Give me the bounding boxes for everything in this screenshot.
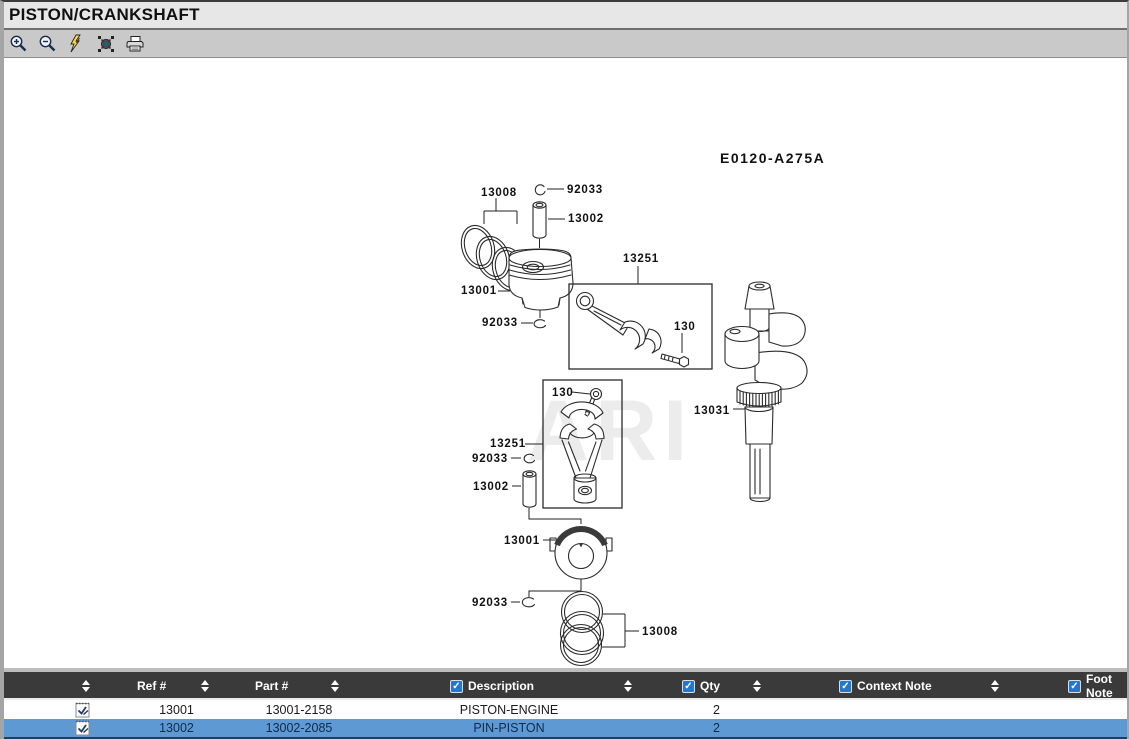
column-label: Ref # bbox=[137, 679, 166, 693]
sort-icon[interactable] bbox=[753, 680, 761, 692]
foot-note-checkbox[interactable]: ✓ bbox=[1068, 680, 1081, 693]
part-label-13251-box2[interactable]: 13251 bbox=[490, 438, 526, 450]
row-cell-context-note bbox=[779, 700, 1029, 719]
pan-select-icon bbox=[96, 34, 116, 54]
diagram-canvas[interactable]: ARI E0120-A275A bbox=[4, 58, 1127, 668]
drawing-code: E0120-A275A bbox=[720, 150, 825, 166]
lightning-icon bbox=[67, 34, 87, 54]
parts-diagram: ARI E0120-A275A bbox=[4, 58, 1127, 668]
piston-rings-bottom-art bbox=[561, 592, 640, 666]
pan-select-button[interactable] bbox=[95, 33, 117, 55]
row-cell-description[interactable]: PISTON-ENGINE bbox=[364, 700, 654, 719]
hotspot-flash-button[interactable] bbox=[66, 33, 88, 55]
piston-top-art bbox=[498, 249, 573, 310]
zoom-out-icon bbox=[38, 34, 58, 54]
qty-checkbox[interactable]: ✓ bbox=[682, 680, 695, 693]
part-label-13008-top[interactable]: 13008 bbox=[481, 187, 517, 199]
column-header-description[interactable]: ✓ Description bbox=[364, 672, 654, 700]
column-header-ref[interactable]: Ref # bbox=[119, 672, 234, 700]
column-header-foot-note[interactable]: ✓ Foot Note bbox=[1029, 672, 1127, 700]
column-header-context-note[interactable]: ✓ Context Note bbox=[779, 672, 1029, 700]
table-row-13001[interactable]: 13001 13001-2158 PISTON-ENGINE 2 bbox=[4, 700, 1127, 719]
table-row-13002[interactable]: 13002 13002-2085 PIN-PISTON 2 bbox=[4, 719, 1127, 737]
parts-table-header: Ref # Part # ✓ Description ✓ Qty ✓ Conte… bbox=[4, 672, 1127, 698]
column-label: Qty bbox=[700, 679, 720, 693]
zoom-in-icon bbox=[9, 34, 29, 54]
note-edit-icon[interactable] bbox=[74, 719, 91, 737]
row-cell-foot-note bbox=[1029, 719, 1127, 737]
part-label-13008-bottom[interactable]: 13008 bbox=[642, 626, 678, 638]
part-label-13002-top[interactable]: 13002 bbox=[568, 213, 604, 225]
description-checkbox[interactable]: ✓ bbox=[450, 680, 463, 693]
row-cell-foot-note bbox=[1029, 700, 1127, 719]
piston-bottom-art bbox=[529, 527, 612, 597]
part-label-130-box2[interactable]: 130 bbox=[552, 387, 574, 399]
sort-icon[interactable] bbox=[991, 680, 999, 692]
printer-icon bbox=[125, 34, 145, 54]
row-cell-ref[interactable]: 13001 bbox=[119, 700, 234, 719]
diagram-toolbar bbox=[4, 30, 1127, 58]
piston-pin-top-art bbox=[533, 202, 565, 248]
row-cell-context-note bbox=[779, 719, 1029, 737]
part-label-130-box1[interactable]: 130 bbox=[674, 321, 696, 333]
row-cell-qty[interactable]: 2 bbox=[654, 700, 779, 719]
sort-icon[interactable] bbox=[624, 680, 632, 692]
part-label-92033-top[interactable]: 92033 bbox=[567, 184, 603, 196]
crankshaft-art bbox=[725, 282, 807, 502]
row-cell-notes bbox=[4, 719, 119, 737]
circlip-bottom-art bbox=[511, 598, 535, 607]
sort-icon[interactable] bbox=[82, 680, 90, 692]
column-label: Context Note bbox=[857, 679, 932, 693]
column-header-notes[interactable] bbox=[4, 672, 119, 700]
circlip-top-art bbox=[535, 185, 564, 195]
part-label-92033-mid[interactable]: 92033 bbox=[482, 317, 518, 329]
note-edit-icon[interactable] bbox=[74, 701, 91, 719]
row-cell-notes bbox=[4, 700, 119, 719]
part-label-92033-bottom[interactable]: 92033 bbox=[472, 597, 508, 609]
print-button[interactable] bbox=[124, 33, 146, 55]
row-cell-qty[interactable]: 2 bbox=[654, 719, 779, 737]
column-header-qty[interactable]: ✓ Qty bbox=[654, 672, 779, 700]
title-bar: PISTON/CRANKSHAFT bbox=[4, 2, 1127, 30]
column-header-part[interactable]: Part # bbox=[234, 672, 364, 700]
part-label-92033-left[interactable]: 92033 bbox=[472, 453, 508, 465]
circlip-under-piston-art bbox=[521, 310, 546, 328]
part-label-13001-bottom[interactable]: 13001 bbox=[504, 535, 540, 547]
column-label: Foot Note bbox=[1086, 672, 1127, 700]
row-cell-part[interactable]: 13001-2158 bbox=[234, 700, 364, 719]
zoom-in-button[interactable] bbox=[8, 33, 30, 55]
sort-icon[interactable] bbox=[331, 680, 339, 692]
page-title: PISTON/CRANKSHAFT bbox=[9, 5, 200, 25]
context-note-checkbox[interactable]: ✓ bbox=[839, 680, 852, 693]
zoom-out-button[interactable] bbox=[37, 33, 59, 55]
part-label-13001-top[interactable]: 13001 bbox=[461, 285, 497, 297]
sort-icon[interactable] bbox=[201, 680, 209, 692]
row-cell-part[interactable]: 13002-2085 bbox=[234, 719, 364, 737]
column-label: Part # bbox=[255, 679, 288, 693]
column-label: Description bbox=[468, 679, 534, 693]
conrod-box-horizontal bbox=[569, 266, 712, 369]
row-cell-ref[interactable]: 13002 bbox=[119, 719, 234, 737]
part-label-13031[interactable]: 13031 bbox=[694, 405, 730, 417]
part-label-13002-left[interactable]: 13002 bbox=[473, 481, 509, 493]
row-cell-description[interactable]: PIN-PISTON bbox=[364, 719, 654, 737]
part-label-13251-box1[interactable]: 13251 bbox=[623, 253, 659, 265]
parts-viewer-window: PISTON/CRANKSHAFT bbox=[0, 0, 1129, 739]
